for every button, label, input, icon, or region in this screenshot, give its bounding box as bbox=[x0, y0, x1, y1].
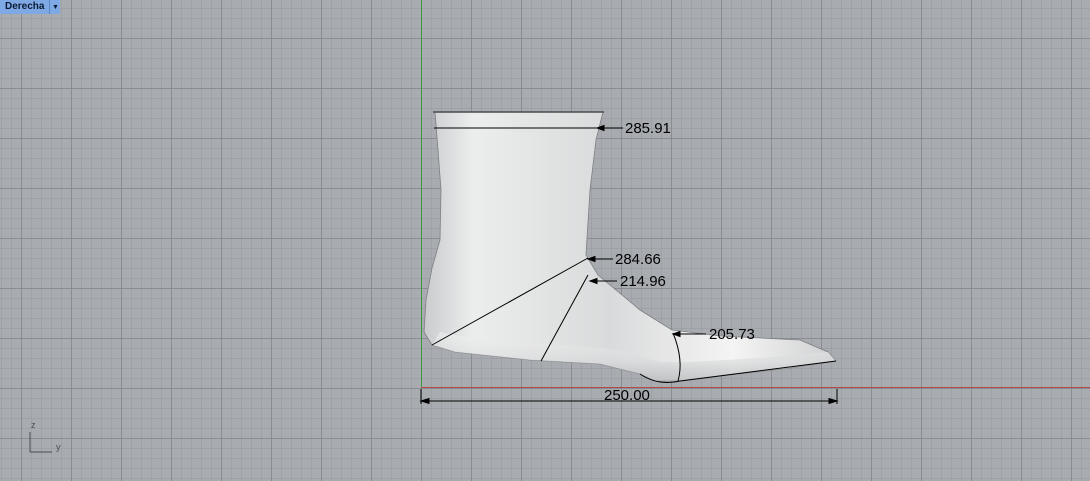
dimension-label-top[interactable]: 285.91 bbox=[625, 121, 671, 136]
dimension-label-length[interactable]: 250.00 bbox=[604, 388, 650, 403]
foot-model-scene[interactable] bbox=[0, 0, 1090, 481]
viewport-title-tab[interactable]: Derecha ▼ bbox=[0, 0, 61, 14]
world-axes-icon: z y bbox=[28, 420, 68, 456]
chevron-down-icon[interactable]: ▼ bbox=[50, 0, 61, 14]
dimension-label-instep[interactable]: 284.66 bbox=[615, 252, 661, 267]
viewport-name[interactable]: Derecha bbox=[0, 0, 51, 14]
z-axis-label: z bbox=[31, 420, 36, 430]
dimension-label-heel[interactable]: 214.96 bbox=[620, 274, 666, 289]
dimension-label-ball[interactable]: 205.73 bbox=[709, 327, 755, 342]
y-axis-label: y bbox=[56, 442, 61, 452]
